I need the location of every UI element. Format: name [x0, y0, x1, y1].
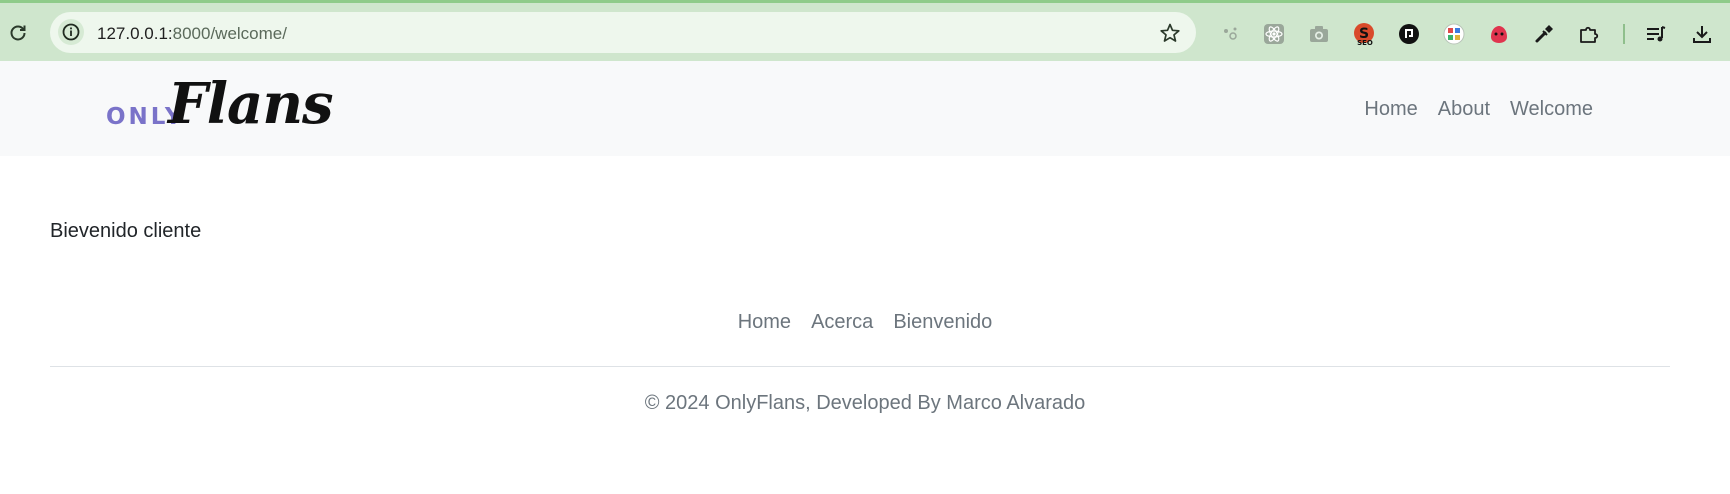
react-devtools-icon[interactable] — [1262, 22, 1286, 46]
reload-icon — [10, 25, 26, 41]
logo-flans-text: Flans — [168, 71, 334, 137]
sparkle-icon[interactable] — [1218, 22, 1242, 46]
url-text[interactable]: 127.0.0.1:8000/welcome/ — [97, 24, 287, 44]
playlist-icon[interactable] — [1644, 22, 1668, 46]
footer-link-acerca[interactable]: Acerca — [811, 311, 873, 334]
toolbar-divider — [1623, 24, 1625, 44]
nav-link-home[interactable]: Home — [1354, 98, 1427, 121]
site-navbar: ONLY Flans Home About Welcome — [0, 61, 1730, 156]
footer-link-home[interactable]: Home — [738, 311, 791, 334]
seo-extension-icon[interactable]: S SEO — [1352, 22, 1376, 46]
footer-copyright: © 2024 OnlyFlans, Developed By Marco Alv… — [644, 392, 1086, 414]
star-icon — [1160, 23, 1180, 42]
bookmark-star-button[interactable] — [1158, 21, 1182, 45]
camera-icon[interactable] — [1307, 22, 1331, 46]
url-host: 127.0.0.1: — [97, 24, 173, 43]
url-path: 8000/welcome/ — [172, 24, 287, 43]
circle-extension-icon[interactable] — [1397, 22, 1421, 46]
footer-divider — [50, 366, 1670, 367]
footer-nav: Home Acerca Bienvenido — [0, 311, 1730, 334]
browser-toolbar: 127.0.0.1:8000/welcome/ S SEO — [0, 0, 1730, 61]
info-icon — [62, 23, 80, 41]
eyedropper-icon[interactable] — [1532, 22, 1556, 46]
nav-link-about[interactable]: About — [1428, 98, 1500, 121]
site-info-button[interactable] — [58, 19, 84, 45]
nav-links: Home About Welcome — [1354, 98, 1603, 121]
welcome-message: Bievenido cliente — [50, 220, 202, 242]
grid-extension-icon[interactable] — [1442, 22, 1466, 46]
bug-extension-icon[interactable] — [1487, 22, 1511, 46]
reload-button[interactable] — [6, 21, 30, 45]
footer-link-bienvenido[interactable]: Bienvenido — [893, 311, 992, 334]
puzzle-icon[interactable] — [1577, 22, 1601, 46]
svg-text:SEO: SEO — [1357, 39, 1373, 46]
download-icon[interactable] — [1690, 22, 1714, 46]
nav-link-welcome[interactable]: Welcome — [1500, 98, 1603, 121]
address-bar[interactable]: 127.0.0.1:8000/welcome/ — [50, 12, 1196, 53]
site-logo[interactable]: ONLY Flans — [106, 71, 334, 143]
